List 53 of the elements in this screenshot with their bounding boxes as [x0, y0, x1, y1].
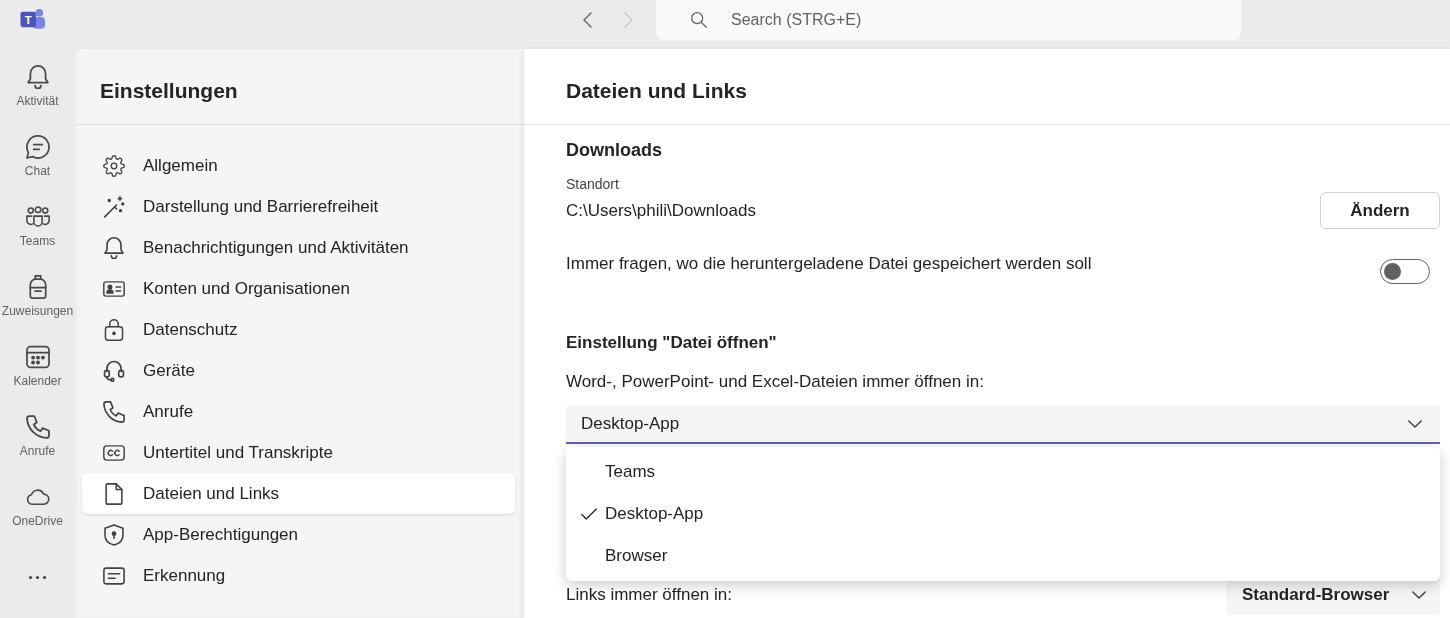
bell-icon — [25, 65, 50, 89]
setting-label: Word-, PowerPoint- und Excel-Dateien immer öffnen in: — [566, 371, 984, 393]
rail-item[interactable]: Zuweisungen — [0, 262, 75, 332]
rail-item[interactable]: Kalender — [0, 332, 75, 402]
calendar-icon — [25, 345, 50, 369]
chat-bubble-icon — [25, 135, 50, 159]
rail-item[interactable]: Teams — [0, 192, 75, 262]
text-box-icon — [103, 564, 125, 587]
people-group-icon — [25, 205, 50, 229]
more-icon[interactable] — [28, 574, 47, 580]
gear-icon — [103, 154, 125, 177]
sidebar-title: Einstellungen — [100, 77, 238, 104]
settings-nav-item[interactable]: Datenschutz — [82, 309, 515, 350]
phone-icon — [25, 415, 50, 439]
dropdown-option[interactable]: Teams — [566, 451, 1440, 493]
phone-icon — [103, 400, 125, 423]
magic-wand-icon — [103, 195, 125, 218]
settings-nav-item[interactable]: Dateien und Links — [82, 473, 515, 514]
section-heading: Einstellung "Datei öffnen" — [566, 332, 777, 354]
setting-label: Links immer öffnen in: — [566, 584, 732, 606]
settings-nav-item[interactable]: Erkennung — [82, 555, 515, 596]
settings-nav-item[interactable]: Darstellung und Barrierefreiheit — [82, 186, 515, 227]
rail-item[interactable]: OneDrive — [0, 472, 75, 542]
settings-nav-item[interactable]: Geräte — [82, 350, 515, 391]
headset-icon — [103, 359, 125, 382]
back-icon[interactable] — [583, 12, 593, 28]
bell-icon — [103, 236, 125, 259]
dropdown[interactable]: Desktop-App — [566, 405, 1440, 444]
settings-nav-item[interactable]: Untertitel und Transkripte — [82, 432, 515, 473]
dropdown-option[interactable]: Browser — [566, 535, 1440, 577]
rail-item[interactable]: Aktivität — [0, 52, 75, 122]
settings-nav-item[interactable]: Benachrichtigungen und Aktivitäten — [82, 227, 515, 268]
settings-nav-item[interactable]: Konten und Organisationen — [82, 268, 515, 309]
dropdown-option[interactable]: Desktop-App — [566, 493, 1440, 535]
shield-icon — [103, 523, 125, 546]
rail-item[interactable]: Chat — [0, 122, 75, 192]
page-title: Dateien und Links — [566, 77, 747, 104]
settings-nav-item[interactable]: Anrufe — [82, 391, 515, 432]
field-label: Standort — [566, 175, 619, 194]
lock-icon — [103, 318, 125, 341]
change-button[interactable]: Ändern — [1320, 192, 1440, 229]
settings-nav-item[interactable]: Allgemein — [82, 145, 515, 186]
setting-label: Immer fragen, wo die heruntergeladene Datei gespeichert werden soll — [566, 253, 1092, 275]
search-field[interactable]: Search (STRG+E) — [656, 0, 1241, 40]
toggle-switch[interactable] — [1380, 259, 1430, 284]
search-icon — [691, 12, 707, 28]
chevron-down-icon — [1412, 591, 1426, 599]
document-icon — [103, 482, 125, 505]
chevron-down-icon — [1408, 419, 1422, 428]
settings-nav-item[interactable]: App-Berechtigungen — [82, 514, 515, 555]
rail-item[interactable]: Anrufe — [0, 402, 75, 472]
download-path: C:\Users\phili\Downloads — [566, 199, 756, 222]
section-heading: Downloads — [566, 139, 662, 162]
